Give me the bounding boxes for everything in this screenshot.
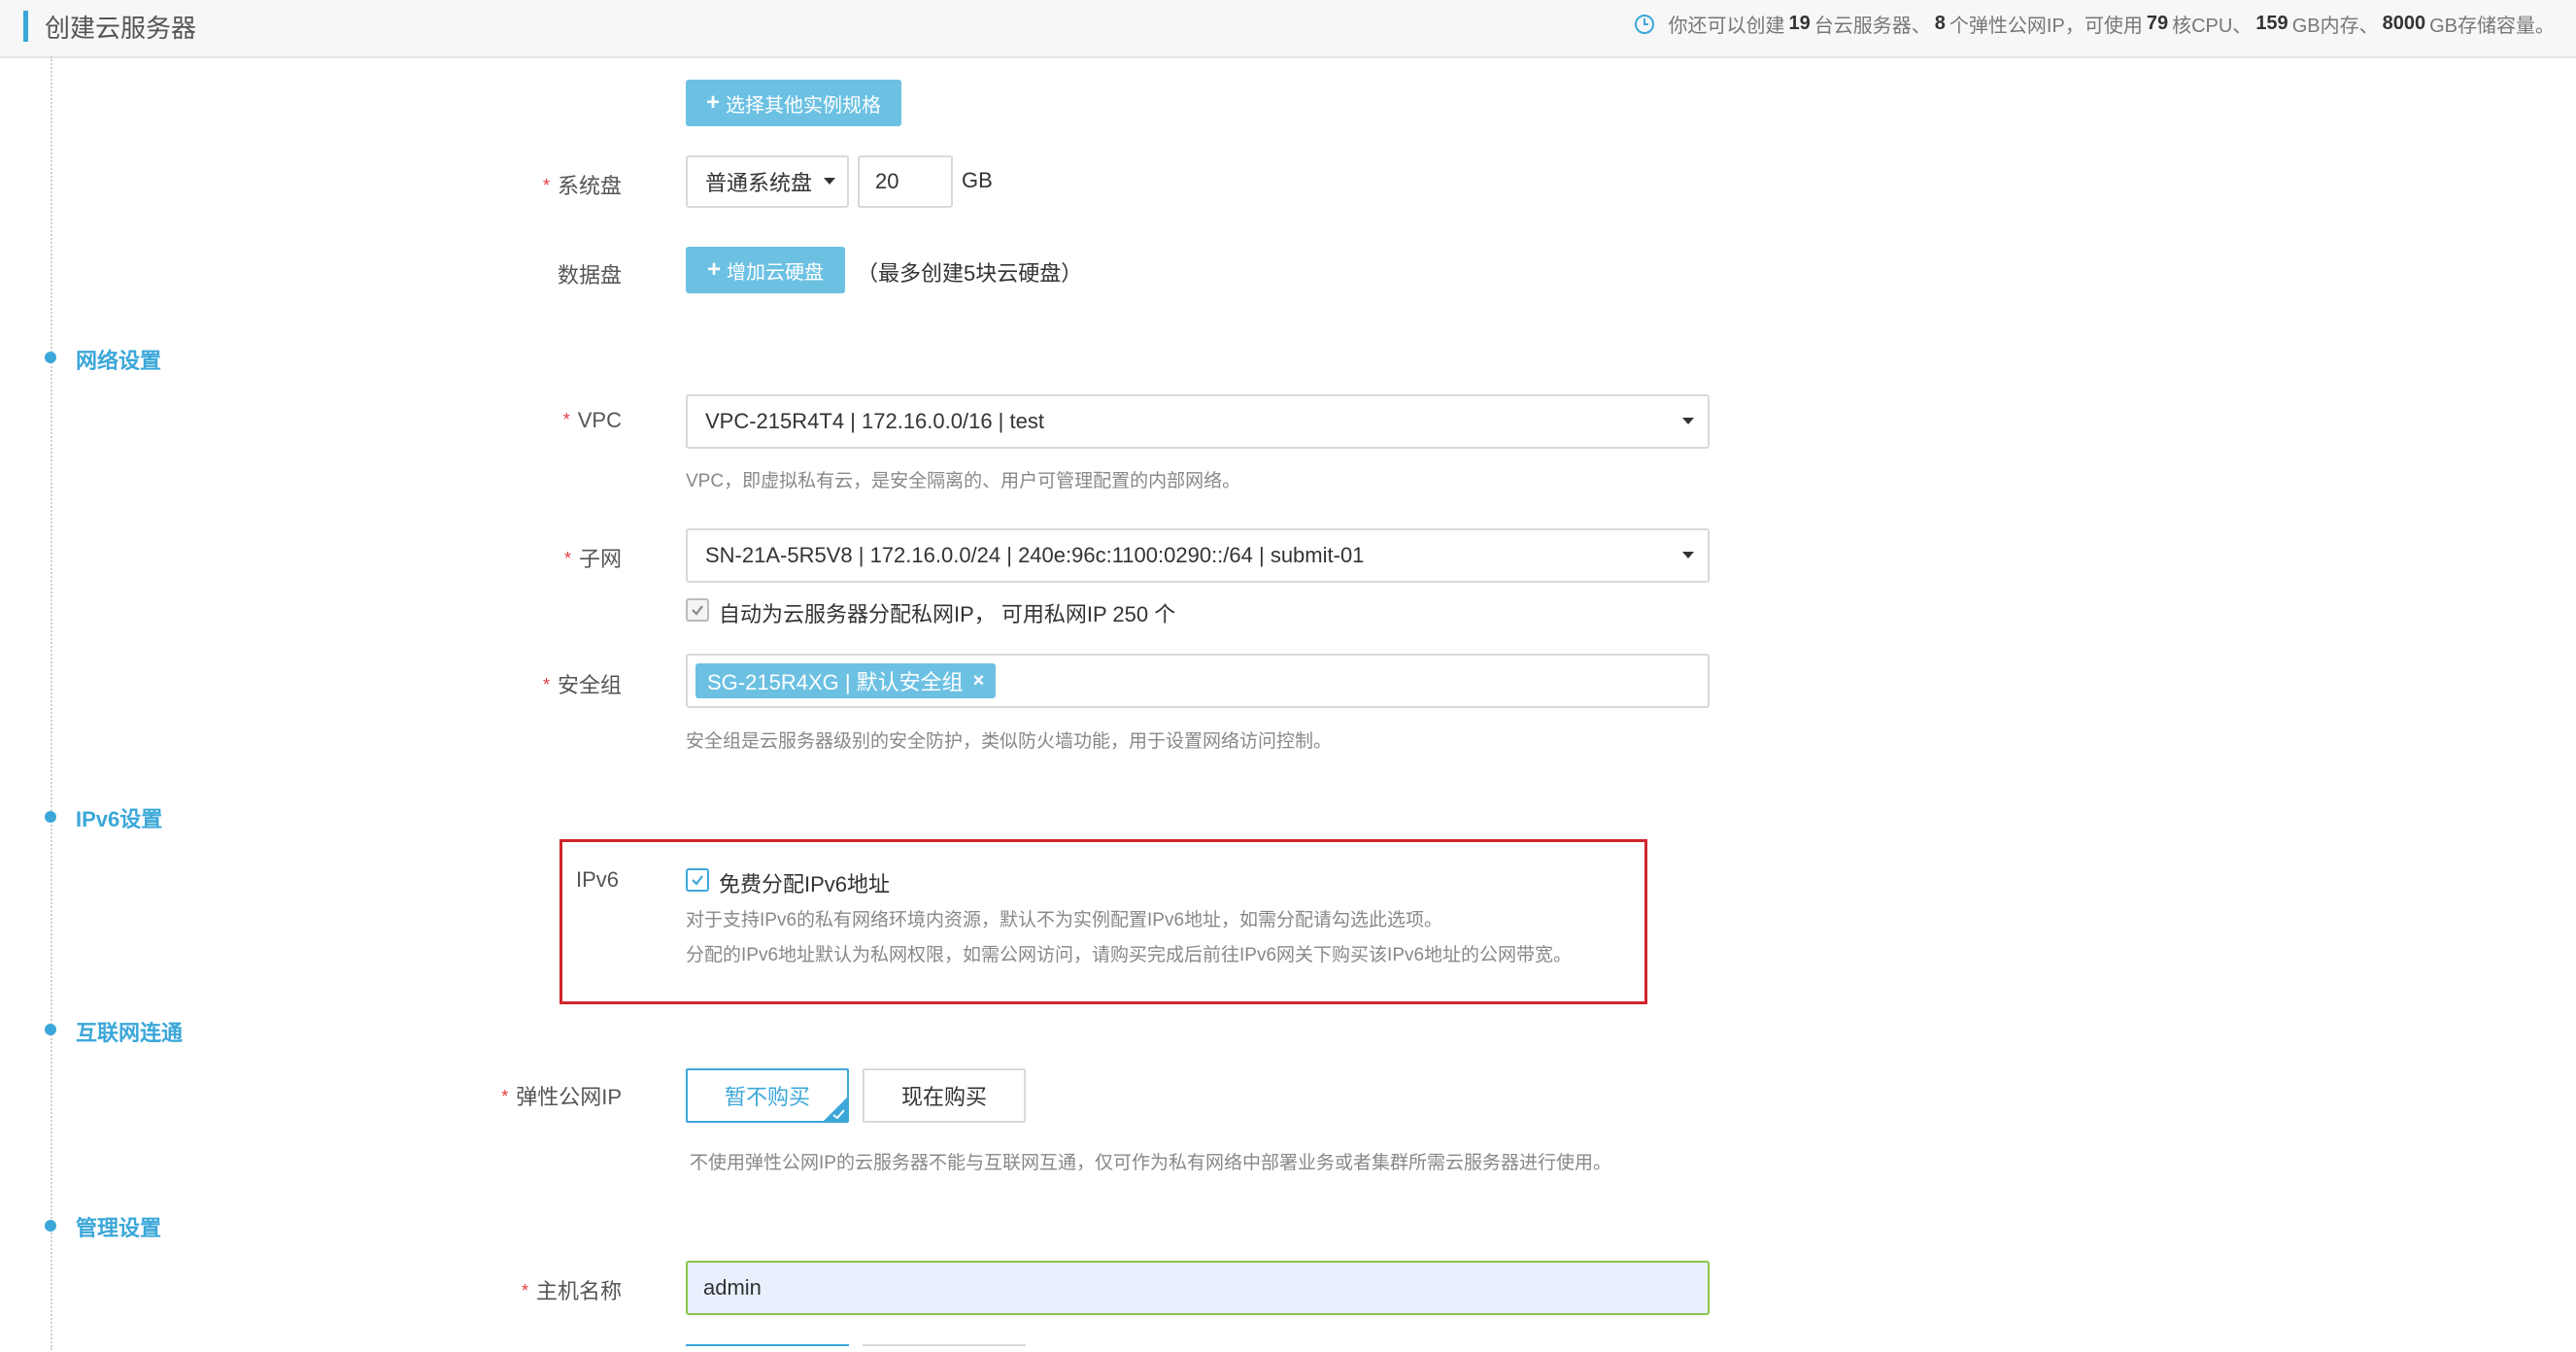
security-group-label-row: * 安全组 bbox=[543, 668, 622, 699]
security-group-label: 安全组 bbox=[557, 673, 622, 697]
vpc-label: VPC bbox=[577, 408, 622, 432]
quota-cpu: 79 bbox=[2146, 13, 2169, 34]
system-disk-type-select[interactable]: 普通系统盘 bbox=[686, 155, 849, 208]
quota-eips: 8 bbox=[1934, 13, 1946, 34]
quota-storage-unit: GB存储容量。 bbox=[2429, 16, 2555, 37]
eip-option-no-purchase-label: 暂不购买 bbox=[724, 1085, 810, 1109]
system-disk-size-value: 20 bbox=[875, 169, 899, 193]
caret-down-icon bbox=[1682, 418, 1694, 424]
eip-option-no-purchase[interactable]: 暂不购买 bbox=[686, 1068, 849, 1123]
quota-mem: 159 bbox=[2255, 13, 2288, 34]
quota-eips-unit: 个弹性公网IP，可使用 bbox=[1949, 16, 2143, 37]
plus-icon: + bbox=[706, 256, 721, 283]
required-mark: * bbox=[563, 549, 571, 568]
page-title: 创建云服务器 bbox=[45, 14, 197, 43]
security-group-tag-label: SG-215R4XG | 默认安全组 bbox=[707, 670, 964, 694]
auto-private-ip-label: 自动为云服务器分配私网IP， 可用私网IP 250 个 bbox=[719, 602, 1176, 626]
timeline-dot bbox=[45, 1220, 56, 1232]
section-ipv6-title: IPv6设置 bbox=[76, 807, 163, 831]
check-icon bbox=[692, 875, 703, 886]
vpc-label-row: * VPC bbox=[563, 408, 622, 433]
system-disk-label: 系统盘 bbox=[557, 174, 622, 198]
clock-icon bbox=[1634, 14, 1654, 34]
system-disk-size-input[interactable]: 20 bbox=[858, 155, 953, 208]
auto-private-ip-checkbox[interactable] bbox=[686, 598, 709, 622]
data-disk-hint: （最多创建5块云硬盘） bbox=[857, 261, 1083, 286]
quota-mem-unit: GB内存、 bbox=[2291, 16, 2379, 37]
quota-storage: 8000 bbox=[2382, 13, 2426, 34]
eip-label: 弹性公网IP bbox=[516, 1085, 622, 1109]
timeline-dot bbox=[45, 352, 56, 363]
eip-help: 不使用弹性公网IP的云服务器不能与互联网互通，仅可作为私有网络中部署业务或者集群… bbox=[690, 1153, 1611, 1173]
vpc-help: VPC，即虚拟私有云，是安全隔离的、用户可管理配置的内部网络。 bbox=[686, 471, 1241, 491]
subnet-value: SN-21A-5R5V8 | 172.16.0.0/24 | 240e:96c:… bbox=[705, 543, 1365, 567]
security-group-tag: SG-215R4XG | 默认安全组 × bbox=[695, 663, 997, 698]
required-mark: * bbox=[501, 1087, 509, 1106]
system-disk-label-row: * 系统盘 bbox=[543, 169, 622, 200]
quota-summary: 你还可以创建 19 台云服务器、 8 个弹性公网IP，可使用 79 核CPU、 … bbox=[1634, 10, 2555, 38]
section-internet-title: 互联网连通 bbox=[76, 1021, 184, 1045]
check-icon bbox=[692, 605, 703, 616]
add-cloud-disk-button[interactable]: + 增加云硬盘 bbox=[686, 247, 845, 293]
quota-servers-unit: 台云服务器、 bbox=[1813, 16, 1931, 37]
data-disk-label: 数据盘 bbox=[557, 263, 622, 287]
eip-label-row: * 弹性公网IP bbox=[501, 1080, 622, 1111]
select-other-spec-label: 选择其他实例规格 bbox=[726, 94, 881, 117]
quota-cpu-unit: 核CPU、 bbox=[2172, 16, 2253, 37]
ipv6-label: IPv6 bbox=[576, 867, 620, 892]
next-option-selected-edge[interactable] bbox=[686, 1344, 849, 1352]
section-network-title: 网络设置 bbox=[76, 349, 162, 373]
system-disk-type-value: 普通系统盘 bbox=[705, 171, 813, 195]
subnet-label: 子网 bbox=[578, 547, 622, 571]
ipv6-help-line1: 对于支持IPv6的私有网络环境内资源，默认不为实例配置IPv6地址，如需分配请勾… bbox=[686, 910, 1443, 930]
hostname-label: 主机名称 bbox=[535, 1279, 622, 1303]
system-disk-unit: GB bbox=[962, 168, 993, 192]
required-mark: * bbox=[542, 176, 550, 195]
next-option-edge[interactable] bbox=[863, 1344, 1026, 1352]
section-management-title: 管理设置 bbox=[76, 1216, 162, 1240]
hostname-label-row: * 主机名称 bbox=[522, 1274, 622, 1305]
plus-icon: + bbox=[705, 89, 720, 116]
security-group-select[interactable]: SG-215R4XG | 默认安全组 × bbox=[686, 654, 1710, 708]
required-mark: * bbox=[562, 410, 570, 429]
caret-down-icon bbox=[1682, 552, 1694, 558]
quota-prefix: 你还可以创建 bbox=[1668, 16, 1785, 37]
hostname-value: admin bbox=[703, 1275, 762, 1300]
caret-down-icon bbox=[824, 178, 835, 185]
required-mark: * bbox=[542, 675, 550, 694]
quota-servers: 19 bbox=[1788, 13, 1811, 34]
eip-option-purchase-now[interactable]: 现在购买 bbox=[863, 1068, 1026, 1123]
check-icon bbox=[832, 1109, 845, 1120]
ipv6-checkbox[interactable] bbox=[686, 868, 709, 892]
step-timeline bbox=[51, 56, 52, 1350]
eip-option-purchase-now-label: 现在购买 bbox=[900, 1085, 987, 1109]
select-other-spec-button[interactable]: + 选择其他实例规格 bbox=[686, 80, 901, 126]
ipv6-checkbox-label: 免费分配IPv6地址 bbox=[719, 872, 891, 896]
ipv6-help-line2: 分配的IPv6地址默认为私网权限，如需公网访问，请购买完成后前往IPv6网关下购… bbox=[686, 945, 1573, 965]
hostname-input[interactable]: admin bbox=[686, 1261, 1710, 1315]
add-cloud-disk-label: 增加云硬盘 bbox=[727, 261, 824, 284]
subnet-select[interactable]: SN-21A-5R5V8 | 172.16.0.0/24 | 240e:96c:… bbox=[686, 528, 1710, 583]
page-header: 创建云服务器 你还可以创建 19 台云服务器、 8 个弹性公网IP，可使用 79… bbox=[0, 0, 2576, 58]
security-group-help: 安全组是云服务器级别的安全防护，类似防火墙功能，用于设置网络访问控制。 bbox=[686, 731, 1333, 752]
vpc-select[interactable]: VPC-215R4T4 | 172.16.0.0/16 | test bbox=[686, 394, 1710, 449]
remove-tag-icon[interactable]: × bbox=[973, 670, 985, 693]
required-mark: * bbox=[521, 1281, 528, 1301]
title-accent-bar bbox=[23, 11, 28, 42]
subnet-label-row: * 子网 bbox=[564, 542, 622, 573]
vpc-value: VPC-215R4T4 | 172.16.0.0/16 | test bbox=[705, 409, 1044, 433]
timeline-dot bbox=[45, 811, 56, 823]
timeline-dot bbox=[45, 1024, 56, 1035]
